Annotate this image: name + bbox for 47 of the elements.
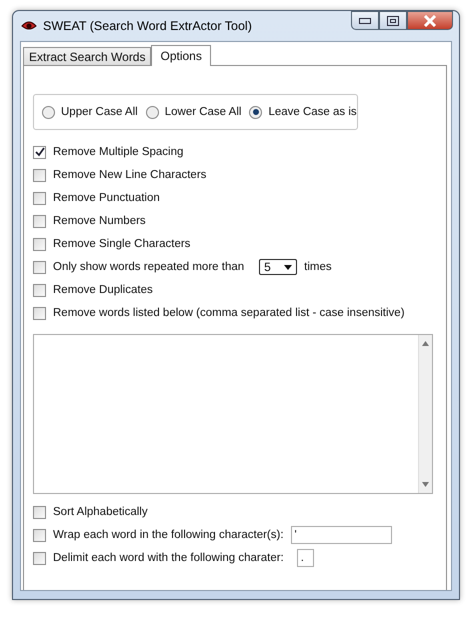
- minimize-icon: [359, 18, 371, 24]
- scroll-up-icon: [422, 341, 429, 346]
- checkbox-label: Remove Punctuation: [53, 192, 160, 204]
- minimize-button[interactable]: [351, 11, 379, 30]
- radio-button[interactable]: [249, 106, 262, 118]
- maximize-icon: [387, 16, 399, 26]
- checkbox-label: Remove words listed below (comma separated list - case insensitive): [53, 307, 405, 319]
- checkbox[interactable]: [33, 146, 46, 158]
- scrollbar[interactable]: [418, 335, 432, 493]
- checkbox-label: Remove Numbers: [53, 215, 146, 227]
- scroll-down-icon: [422, 482, 429, 487]
- tab[interactable]: Options: [151, 45, 211, 66]
- checkbox[interactable]: [33, 238, 46, 250]
- checkbox-label: Delimit each word with the following charater:: [53, 552, 284, 564]
- repeat-count-dropdown[interactable]: 5: [259, 259, 298, 275]
- window-title: SWEAT (Search Word ExtrActor Tool): [43, 19, 253, 33]
- checkbox-label: Remove Multiple Spacing: [53, 146, 184, 158]
- checkbox[interactable]: [33, 528, 46, 542]
- eye-icon: [21, 20, 37, 32]
- caret-icon: [284, 264, 292, 270]
- tab[interactable]: Extract Search Words: [23, 47, 152, 65]
- input-field[interactable]: .: [296, 549, 314, 567]
- input-field[interactable]: ': [290, 526, 392, 544]
- checkbox-label: Remove Single Characters: [53, 238, 190, 250]
- radio-button[interactable]: [42, 106, 55, 118]
- word-list-field[interactable]: [33, 334, 433, 494]
- checkbox-label: Remove Duplicates: [53, 284, 153, 296]
- checkbox[interactable]: [33, 552, 46, 564]
- checkbox-label: Remove New Line Characters: [53, 169, 206, 181]
- maximize-button[interactable]: [379, 11, 407, 30]
- checkbox[interactable]: [33, 192, 46, 204]
- checkbox[interactable]: [33, 284, 46, 296]
- close-icon: [423, 14, 437, 26]
- checkbox[interactable]: [33, 260, 46, 274]
- checkbox[interactable]: [33, 214, 46, 228]
- close-button[interactable]: [407, 11, 453, 30]
- radio-label: Lower Case All: [164, 106, 242, 118]
- checkbox-label: Only show words repeated more than: [53, 261, 244, 273]
- radio-label: Upper Case All: [61, 106, 138, 118]
- radio-label: Leave Case as is: [268, 106, 357, 118]
- suffix-label: times: [304, 261, 332, 273]
- checkbox[interactable]: [33, 506, 46, 518]
- checkbox-label: Sort Alphabetically: [53, 506, 148, 518]
- checkbox[interactable]: [33, 306, 46, 320]
- checkbox-label: Wrap each word in the following character(s):: [53, 529, 284, 541]
- radio-button[interactable]: [146, 106, 159, 118]
- checkbox[interactable]: [33, 168, 46, 182]
